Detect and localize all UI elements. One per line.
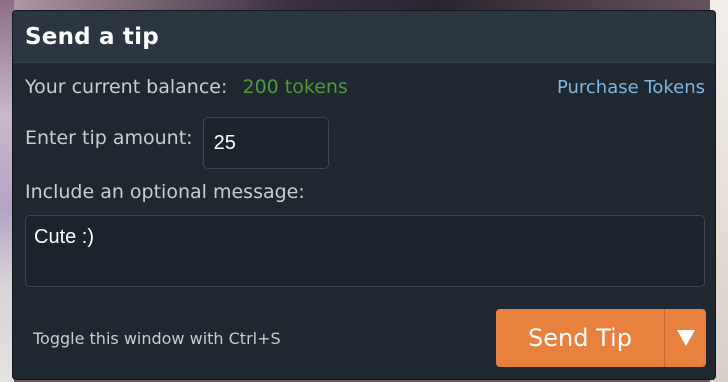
dialog-title: Send a tip <box>25 23 159 50</box>
balance-row: Your current balance: 200 tokens Purchas… <box>25 75 705 99</box>
message-input[interactable]: Cute :) <box>25 215 705 287</box>
tip-amount-label: Enter tip amount: <box>25 127 193 149</box>
send-tip-dialog: Send a tip Your current balance: 200 tok… <box>12 10 716 380</box>
send-tip-button-group: Send Tip <box>496 309 706 367</box>
dialog-header: Send a tip <box>13 11 715 63</box>
tip-amount-row: Enter tip amount: <box>25 117 329 169</box>
tip-amount-input[interactable] <box>202 117 329 169</box>
send-options-dropdown-button[interactable] <box>664 309 706 367</box>
send-tip-button[interactable]: Send Tip <box>496 309 664 367</box>
caret-down-icon <box>676 330 695 346</box>
balance-value: 200 tokens <box>242 76 348 98</box>
toggle-hint: Toggle this window with Ctrl+S <box>33 329 281 348</box>
purchase-tokens-link[interactable]: Purchase Tokens <box>557 77 705 98</box>
message-label: Include an optional message: <box>25 181 305 203</box>
balance-label: Your current balance: <box>25 76 228 98</box>
